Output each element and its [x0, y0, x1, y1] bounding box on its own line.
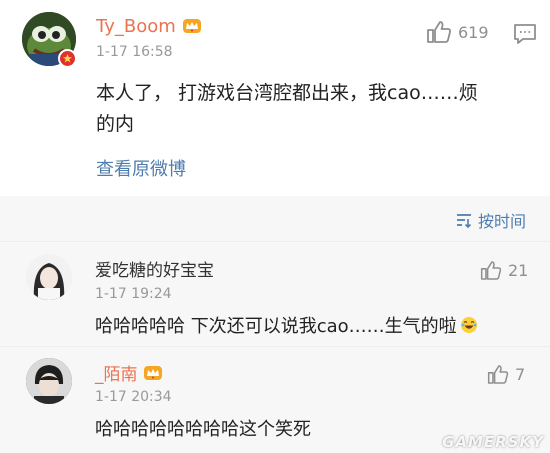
verified-badge-icon	[58, 49, 77, 68]
gamersky-watermark: GAMERSKY	[442, 433, 544, 451]
thumbs-up-icon	[480, 261, 502, 280]
main-post: Ty_Boom 1-17 16:58 619 本人了， 打游戏台湾腔都出来，我c…	[0, 0, 550, 196]
comment-avatar[interactable]	[26, 358, 72, 404]
comment-text: 哈哈哈哈哈哈哈哈这个笑死	[95, 419, 311, 440]
girl-avatar-icon	[26, 254, 72, 300]
view-original-link[interactable]: 查看原微博	[96, 155, 186, 181]
sort-by-time-button[interactable]: 按时间	[455, 208, 526, 232]
comment-like-count: 21	[508, 261, 529, 280]
main-post-timestamp: 1-17 16:58	[96, 44, 173, 60]
main-post-body-line: 本人了， 打游戏台湾腔都出来，我cao……烦	[96, 82, 478, 104]
comment-like-button[interactable]: 21	[480, 260, 528, 281]
sort-label: 按时间	[478, 212, 527, 231]
vip-crown-icon	[143, 365, 162, 380]
thumbs-up-icon	[427, 21, 451, 43]
comment-username[interactable]: 爱吃糖的好宝宝	[95, 256, 214, 281]
sort-icon	[457, 214, 472, 229]
comment-timestamp: 1-17 20:34	[95, 389, 172, 405]
main-post-body-line: 的内	[96, 113, 135, 135]
comment-like-button[interactable]: 7	[487, 364, 525, 385]
comment-text: 哈哈哈哈哈 下次还可以说我cao……生气的啦	[95, 312, 478, 338]
main-post-like-button[interactable]: 619	[426, 20, 489, 44]
main-post-body: 本人了， 打游戏台湾腔都出来，我cao……烦 的内	[96, 78, 536, 140]
thumbs-up-icon	[487, 365, 509, 384]
boy-avatar-icon	[26, 358, 72, 404]
comment-avatar[interactable]	[26, 254, 72, 300]
comment-timestamp: 1-17 19:24	[95, 286, 172, 302]
laughing-emoji-icon	[460, 317, 477, 333]
comment-item: 爱吃糖的好宝宝 1-17 19:24 21 哈哈哈哈哈 下次还可以说我cao………	[0, 242, 550, 346]
comment-text-content: 哈哈哈哈哈 下次还可以说我cao……生气的啦	[95, 316, 457, 337]
comment-username[interactable]: _陌南	[95, 360, 138, 385]
comment-like-count: 7	[515, 365, 526, 384]
main-post-username[interactable]: Ty_Boom	[96, 16, 176, 37]
comment-icon[interactable]	[513, 23, 537, 45]
vip-crown-icon	[182, 19, 201, 33]
main-post-like-count: 619	[458, 22, 489, 42]
